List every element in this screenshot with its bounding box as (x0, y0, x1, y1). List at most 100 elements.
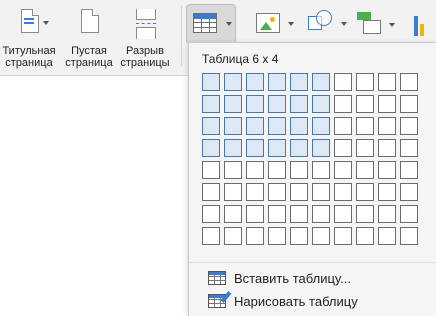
grid-cell[interactable] (268, 227, 286, 245)
grid-cell-selected[interactable] (312, 117, 330, 135)
grid-cell[interactable] (246, 183, 264, 201)
grid-cell[interactable] (400, 73, 418, 91)
grid-cell[interactable] (202, 205, 220, 223)
grid-cell[interactable] (334, 161, 352, 179)
grid-cell[interactable] (378, 205, 396, 223)
grid-cell[interactable] (400, 183, 418, 201)
grid-cell[interactable] (334, 205, 352, 223)
grid-cell[interactable] (224, 205, 242, 223)
grid-cell-selected[interactable] (290, 95, 308, 113)
grid-cell-selected[interactable] (224, 117, 242, 135)
grid-cell[interactable] (356, 95, 374, 113)
grid-cell-selected[interactable] (246, 95, 264, 113)
menu-divider (189, 262, 436, 263)
grid-cell[interactable] (334, 227, 352, 245)
grid-cell[interactable] (356, 227, 374, 245)
grid-cell[interactable] (290, 205, 308, 223)
shapes-button[interactable] (308, 10, 350, 40)
grid-cell-selected[interactable] (246, 139, 264, 157)
grid-cell[interactable] (400, 227, 418, 245)
grid-cell[interactable] (290, 227, 308, 245)
grid-cell-selected[interactable] (268, 139, 286, 157)
grid-cell[interactable] (334, 139, 352, 157)
grid-cell[interactable] (356, 73, 374, 91)
grid-cell[interactable] (312, 205, 330, 223)
grid-cell[interactable] (356, 161, 374, 179)
grid-cell[interactable] (378, 227, 396, 245)
grid-cell-selected[interactable] (312, 95, 330, 113)
insert-table-dropdown: Таблица 6 х 4 Вставить таблицу... Нарисо… (188, 42, 436, 316)
grid-cell[interactable] (312, 161, 330, 179)
table-button[interactable] (186, 4, 236, 44)
grid-cell[interactable] (202, 227, 220, 245)
grid-cell-selected[interactable] (268, 95, 286, 113)
grid-cell-selected[interactable] (290, 139, 308, 157)
grid-cell-selected[interactable] (224, 73, 242, 91)
shapes-icon (308, 10, 334, 34)
grid-cell-selected[interactable] (224, 139, 242, 157)
grid-cell[interactable] (334, 117, 352, 135)
chart-button[interactable] (412, 12, 436, 40)
grid-cell-selected[interactable] (246, 73, 264, 91)
grid-cell-selected[interactable] (268, 73, 286, 91)
grid-cell[interactable] (378, 117, 396, 135)
grid-cell-selected[interactable] (202, 73, 220, 91)
grid-cell[interactable] (378, 183, 396, 201)
grid-cell[interactable] (224, 227, 242, 245)
smartart-button[interactable] (357, 10, 401, 40)
table-size-label: Таблица 6 х 4 (202, 52, 279, 66)
grid-cell[interactable] (224, 183, 242, 201)
title-page-button[interactable]: Титульная страница (0, 0, 58, 72)
picture-icon (256, 13, 280, 33)
grid-cell[interactable] (400, 205, 418, 223)
grid-cell[interactable] (356, 205, 374, 223)
grid-cell-selected[interactable] (312, 73, 330, 91)
grid-cell[interactable] (268, 183, 286, 201)
grid-cell-selected[interactable] (224, 95, 242, 113)
grid-cell-selected[interactable] (202, 95, 220, 113)
grid-cell-selected[interactable] (202, 117, 220, 135)
grid-cell[interactable] (356, 117, 374, 135)
grid-cell[interactable] (246, 161, 264, 179)
draw-table-menu-item[interactable]: Нарисовать таблицу (189, 290, 436, 312)
grid-cell-selected[interactable] (268, 117, 286, 135)
grid-cell[interactable] (224, 161, 242, 179)
grid-cell[interactable] (268, 161, 286, 179)
grid-cell[interactable] (246, 227, 264, 245)
grid-cell[interactable] (268, 205, 286, 223)
grid-cell[interactable] (378, 161, 396, 179)
grid-cell[interactable] (312, 183, 330, 201)
insert-table-menu-item[interactable]: Вставить таблицу... (189, 267, 436, 289)
grid-cell[interactable] (334, 183, 352, 201)
grid-cell[interactable] (290, 161, 308, 179)
grid-cell-selected[interactable] (202, 139, 220, 157)
grid-cell-selected[interactable] (312, 139, 330, 157)
grid-cell-selected[interactable] (290, 73, 308, 91)
blank-page-icon (77, 9, 101, 39)
grid-cell[interactable] (356, 139, 374, 157)
picture-button[interactable] (256, 13, 298, 39)
grid-cell[interactable] (400, 161, 418, 179)
grid-cell[interactable] (334, 95, 352, 113)
grid-cell[interactable] (202, 183, 220, 201)
blank-page-label-2: страница (65, 57, 113, 69)
grid-cell[interactable] (400, 117, 418, 135)
grid-cell[interactable] (378, 73, 396, 91)
page-break-button[interactable]: Разрыв страницы (118, 0, 172, 72)
grid-cell[interactable] (334, 73, 352, 91)
blank-page-button[interactable]: Пустая страница (62, 0, 116, 72)
grid-cell[interactable] (356, 183, 374, 201)
grid-cell-selected[interactable] (290, 117, 308, 135)
table-icon (193, 13, 217, 33)
grid-cell[interactable] (400, 95, 418, 113)
page-break-icon (133, 9, 157, 39)
grid-cell[interactable] (246, 205, 264, 223)
grid-cell[interactable] (290, 183, 308, 201)
grid-cell-selected[interactable] (246, 117, 264, 135)
ribbon-separator (181, 6, 182, 66)
grid-cell[interactable] (400, 139, 418, 157)
grid-cell[interactable] (202, 161, 220, 179)
grid-cell[interactable] (378, 139, 396, 157)
grid-cell[interactable] (378, 95, 396, 113)
grid-cell[interactable] (312, 227, 330, 245)
